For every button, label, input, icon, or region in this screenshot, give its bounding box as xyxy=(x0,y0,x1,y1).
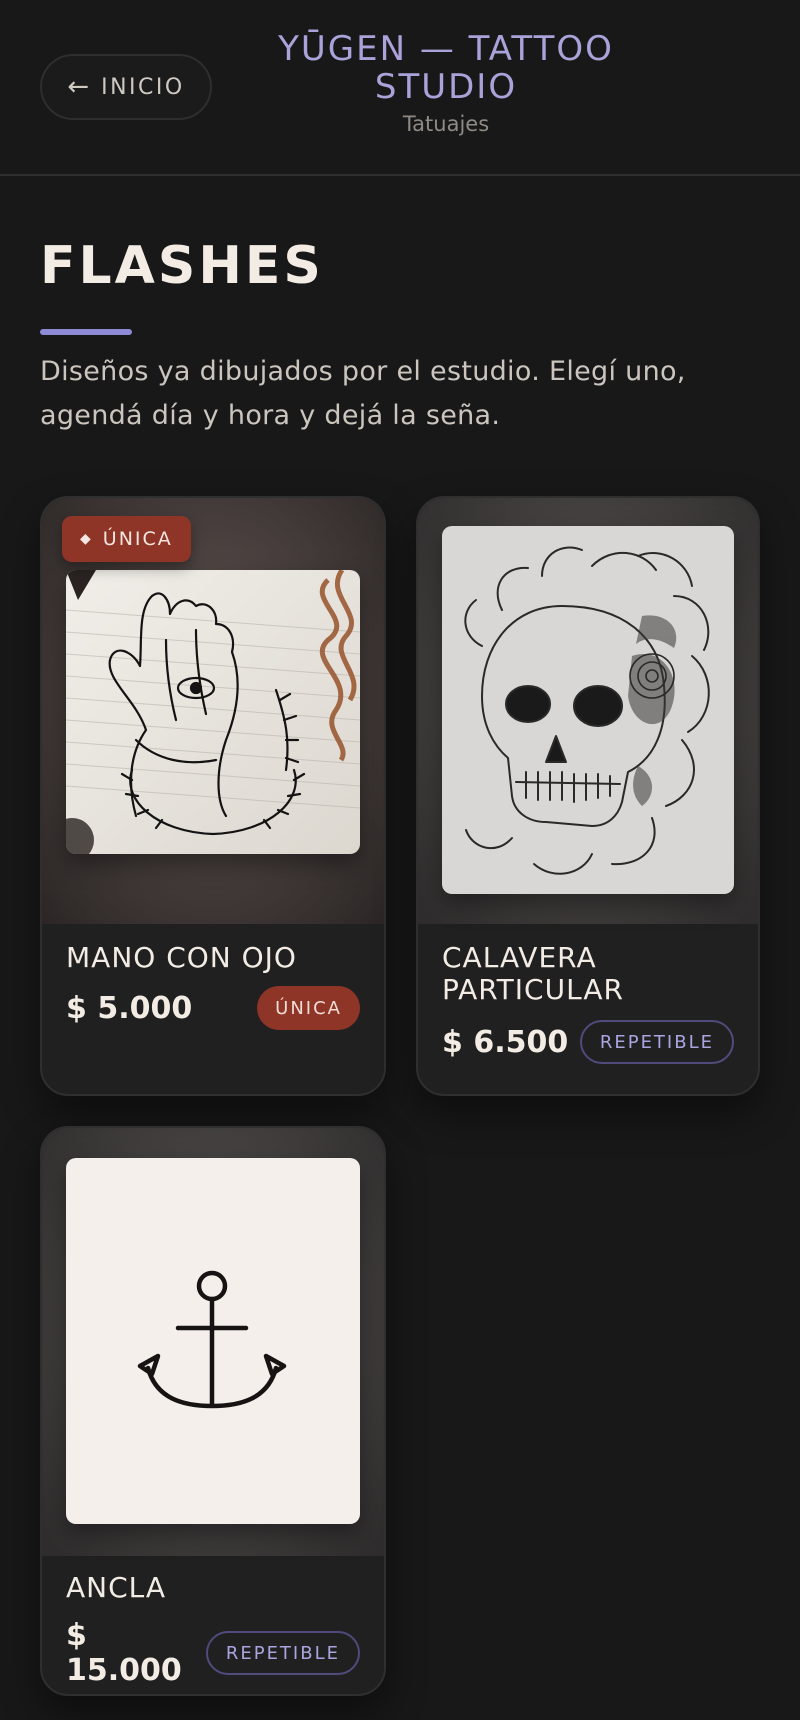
price-row: $ 6.500 REPETIBLE xyxy=(442,1020,734,1064)
repeatable-badge: REPETIBLE xyxy=(205,1631,360,1675)
skull-illustration-icon xyxy=(442,526,734,894)
flash-card-calavera-particular[interactable]: CALAVERA PARTICULAR $ 6.500 REPETIBLE xyxy=(416,496,760,1096)
card-media xyxy=(418,498,758,924)
flash-name: ANCLA xyxy=(66,1571,167,1604)
brand: YŪGEN — TATTOO STUDIO Tatuajes xyxy=(260,30,632,136)
ribbon-label: ÚNICA xyxy=(102,528,173,550)
card-body: ANCLA $ 15.000 REPETIBLE xyxy=(66,1572,360,1688)
unique-ribbon: ◆ ÚNICA xyxy=(62,516,191,562)
anchor-illustration-icon xyxy=(66,1158,360,1524)
flash-price: $ 5.000 xyxy=(66,990,193,1026)
site-header: ← INICIO YŪGEN — TATTOO STUDIO Tatuajes xyxy=(0,0,800,176)
back-home-label: INICIO xyxy=(101,74,185,100)
page-intro: Diseños ya dibujados por el estudio. Ele… xyxy=(40,356,686,431)
card-media: ◆ ÚNICA xyxy=(42,498,384,924)
unique-badge: ÚNICA xyxy=(257,986,360,1030)
price-row: $ 15.000 REPETIBLE xyxy=(66,1618,360,1688)
flash-name: CALAVERA PARTICULAR xyxy=(442,941,624,1006)
brand-subtitle: Tatuajes xyxy=(402,112,490,136)
card-media xyxy=(42,1128,384,1556)
card-body: CALAVERA PARTICULAR $ 6.500 REPETIBLE xyxy=(442,942,734,1064)
flash-name: MANO CON OJO xyxy=(66,941,297,974)
arrow-left-icon: ← xyxy=(67,72,90,102)
flash-card-mano-con-ojo[interactable]: ◆ ÚNICA MANO CON OJO $ 5.000 ÚNICA xyxy=(40,496,386,1096)
card-body: MANO CON OJO $ 5.000 ÚNICA xyxy=(66,942,360,1030)
flash-price: $ 15.000 xyxy=(66,1618,182,1688)
brand-title: YŪGEN — TATTOO STUDIO xyxy=(278,29,614,107)
hand-eye-illustration-icon xyxy=(66,570,360,854)
diamond-icon: ◆ xyxy=(80,531,93,547)
flash-card-ancla[interactable]: ANCLA $ 15.000 REPETIBLE xyxy=(40,1126,386,1696)
page-title: FLASHES xyxy=(40,236,324,296)
repeatable-badge: REPETIBLE xyxy=(579,1020,734,1064)
flash-price: $ 6.500 xyxy=(442,1024,569,1060)
back-home-button[interactable]: ← INICIO xyxy=(40,54,212,120)
price-row: $ 5.000 ÚNICA xyxy=(66,986,360,1030)
title-underline xyxy=(40,329,132,335)
